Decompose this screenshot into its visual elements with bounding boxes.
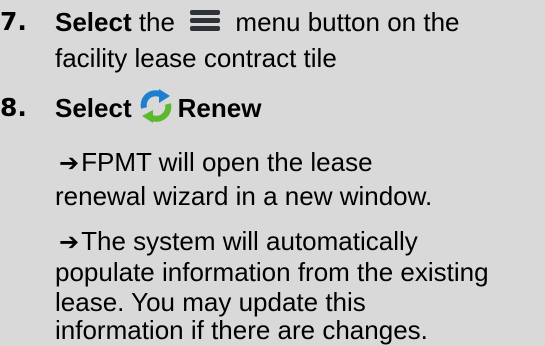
- note-text: renewal wizard in a new window.: [55, 181, 433, 211]
- arrow-right-icon: ➔: [59, 228, 80, 256]
- step-action: Select: [55, 93, 132, 123]
- note-text: FPMT will open the lease: [81, 147, 373, 177]
- note-2-line-4: information if there are changes.: [55, 314, 428, 346]
- step-text-part: the: [131, 7, 183, 37]
- note-2-line-1: ➔The system will automatically: [55, 225, 418, 258]
- step-text: Select the menu button on the: [55, 6, 460, 38]
- note-text: The system will automatically: [81, 226, 418, 256]
- note-text: populate information from the existing: [55, 257, 489, 287]
- note-text: information if there are changes.: [55, 315, 428, 345]
- menu-icon: [190, 10, 221, 32]
- step-number: 7.: [0, 7, 27, 36]
- arrow-right-icon: ➔: [59, 149, 80, 177]
- step-number: 8.: [0, 93, 27, 122]
- note-1-line-1: ➔FPMT will open the lease: [55, 146, 373, 179]
- step-text: Select Renew: [55, 89, 262, 128]
- renew-label: Renew: [177, 93, 262, 123]
- note-text: lease. You may update this: [55, 287, 366, 317]
- note-2-line-2: populate information from the existing: [55, 256, 489, 288]
- step-action: Select: [55, 7, 132, 37]
- step-text-part: menu button on the: [228, 7, 460, 37]
- note-1-line-2: renewal wizard in a new window.: [55, 180, 432, 212]
- step-text-line2: facility lease contract tile: [55, 43, 337, 73]
- renew-icon: [138, 88, 174, 124]
